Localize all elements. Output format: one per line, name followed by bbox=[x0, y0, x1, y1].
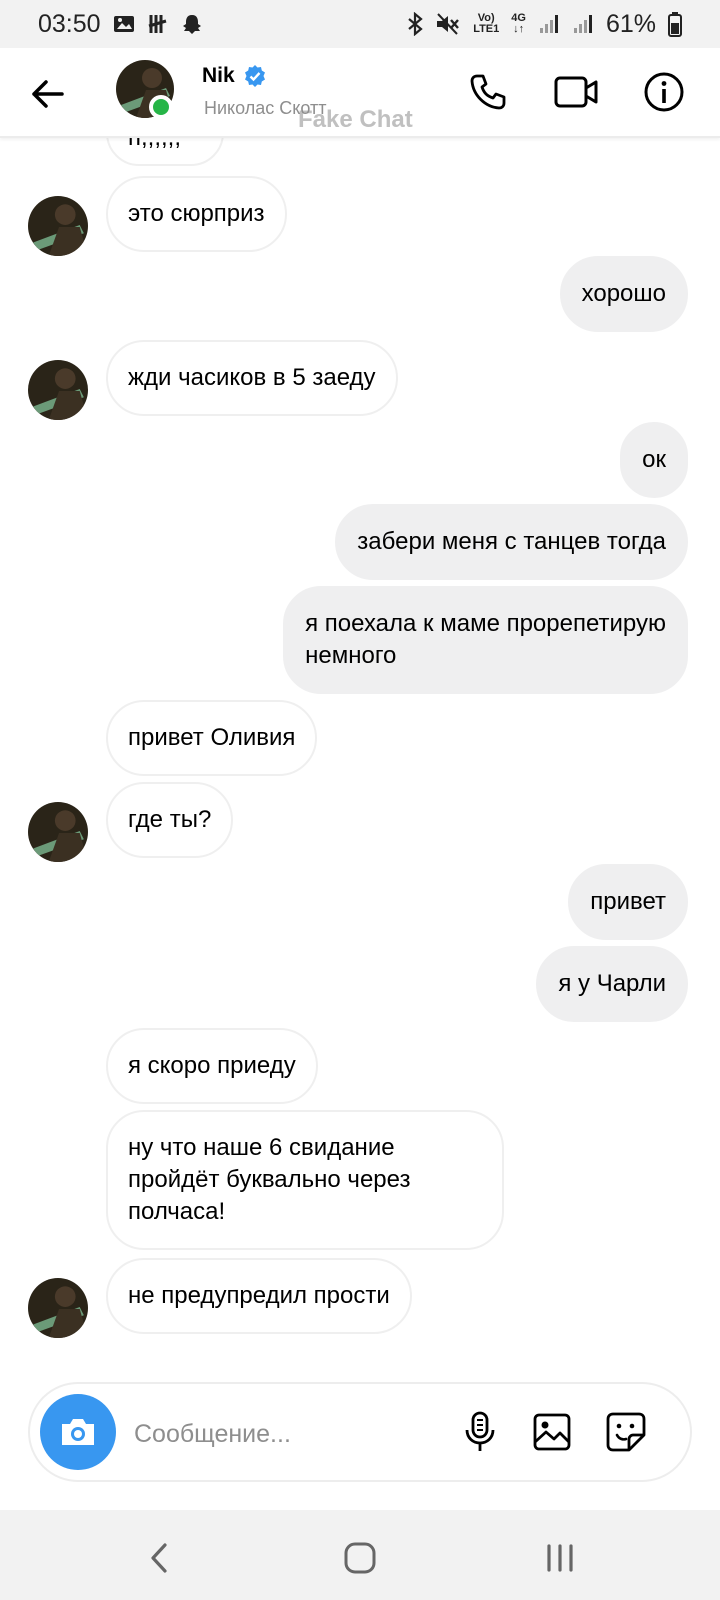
gallery-button[interactable] bbox=[530, 1410, 574, 1454]
gallery-icon bbox=[113, 14, 135, 34]
message-bubble-outgoing[interactable]: привет bbox=[568, 864, 688, 940]
message-input[interactable] bbox=[134, 1414, 454, 1454]
message-bubble-outgoing[interactable]: забери меня с танцев тогда bbox=[335, 504, 688, 580]
online-status-dot bbox=[149, 95, 173, 119]
message-text: я скоро приеду bbox=[128, 1052, 296, 1079]
message-text: это сюрприз bbox=[128, 200, 265, 227]
camera-icon bbox=[62, 1419, 94, 1445]
message-bubble-incoming[interactable]: привет Оливия bbox=[106, 700, 318, 776]
voice-message-button[interactable] bbox=[458, 1410, 502, 1454]
microphone-icon bbox=[465, 1411, 495, 1451]
lte-label: LTE1 bbox=[473, 23, 500, 35]
message-bubble-incoming[interactable]: п,,,,,, bbox=[106, 138, 224, 166]
video-call-button[interactable] bbox=[552, 68, 600, 116]
info-button[interactable] bbox=[640, 68, 688, 116]
message-text: привет bbox=[590, 888, 666, 915]
recents-nav-icon bbox=[547, 1544, 573, 1572]
chat-header: Nik Николас Скотт Fake Chat bbox=[0, 48, 720, 138]
message-text: привет Оливия bbox=[128, 724, 296, 751]
message-bubble-incoming[interactable]: я скоро приеду bbox=[106, 1028, 318, 1104]
sticker-icon bbox=[606, 1412, 646, 1452]
message-bubble-outgoing[interactable]: ок bbox=[620, 422, 688, 498]
home-nav-icon bbox=[344, 1542, 376, 1574]
message-text: ок bbox=[642, 446, 666, 473]
message-text: хорошо bbox=[581, 280, 666, 307]
message-composer bbox=[28, 1382, 692, 1482]
recents-nav-button[interactable] bbox=[538, 1536, 582, 1580]
ghost-icon bbox=[181, 13, 203, 35]
avatar[interactable] bbox=[28, 1278, 88, 1338]
message-text: ну что наше 6 свидание пройдёт буквально… bbox=[128, 1134, 411, 1225]
message-text: я поехала к маме прорепетирую немного bbox=[305, 610, 666, 669]
home-nav-button[interactable] bbox=[338, 1536, 382, 1580]
volte-indicator: Vo) LTE1 bbox=[473, 13, 499, 35]
back-button[interactable] bbox=[28, 74, 68, 114]
network-gen-indicator: 4G ↓↑ bbox=[511, 12, 526, 35]
phone-icon bbox=[470, 74, 506, 110]
back-nav-icon bbox=[151, 1543, 167, 1573]
verified-badge-icon bbox=[244, 65, 265, 87]
contact-name-row: Nik bbox=[202, 64, 267, 88]
message-bubble-incoming[interactable]: это сюрприз bbox=[106, 176, 287, 252]
message-list[interactable]: п,,,,,, это сюрприз хорошо жди часиков в… bbox=[0, 138, 720, 1360]
message-bubble-incoming[interactable]: не предупредил прости bbox=[106, 1258, 412, 1334]
back-nav-button[interactable] bbox=[138, 1536, 182, 1580]
status-time: 03:50 bbox=[38, 9, 101, 38]
message-text: не предупредил прости bbox=[128, 1282, 390, 1309]
message-text: я у Чарли bbox=[558, 970, 666, 997]
tally-icon bbox=[147, 13, 169, 35]
status-bar: 03:50 Vo) LTE1 4G ↓↑ 61% bbox=[0, 0, 720, 48]
battery-percent: 61% bbox=[605, 9, 656, 38]
avatar[interactable] bbox=[28, 360, 88, 420]
contact-name: Nik bbox=[202, 64, 235, 87]
message-bubble-outgoing[interactable]: я у Чарли bbox=[536, 946, 688, 1022]
message-text: п,,,,,, bbox=[128, 138, 181, 151]
avatar[interactable] bbox=[28, 802, 88, 862]
video-camera-icon bbox=[554, 76, 598, 108]
mute-icon bbox=[435, 12, 461, 36]
message-bubble-outgoing[interactable]: я поехала к маме прорепетирую немного bbox=[283, 586, 688, 694]
avatar[interactable] bbox=[28, 196, 88, 256]
message-bubble-incoming[interactable]: ну что наше 6 свидание пройдёт буквально… bbox=[106, 1110, 504, 1250]
battery-icon bbox=[668, 11, 682, 37]
message-bubble-outgoing[interactable]: хорошо bbox=[559, 256, 688, 332]
call-button[interactable] bbox=[464, 68, 512, 116]
message-bubble-incoming[interactable]: жди часиков в 5 заеду bbox=[106, 340, 398, 416]
message-bubble-incoming[interactable]: где ты? bbox=[106, 782, 234, 858]
watermark: Fake Chat bbox=[298, 106, 413, 133]
message-text: забери меня с танцев тогда bbox=[357, 528, 666, 555]
gen-label: 4G bbox=[511, 12, 526, 24]
camera-button[interactable] bbox=[40, 1394, 116, 1470]
info-icon bbox=[644, 72, 684, 112]
signal-icon bbox=[572, 13, 594, 35]
signal-icon bbox=[538, 13, 560, 35]
system-navigation-bar bbox=[0, 1510, 720, 1600]
image-icon bbox=[533, 1413, 571, 1451]
bluetooth-icon bbox=[407, 12, 423, 36]
message-text: где ты? bbox=[128, 806, 212, 833]
message-text: жди часиков в 5 заеду bbox=[128, 364, 376, 391]
sticker-button[interactable] bbox=[604, 1410, 648, 1454]
arrow-left-icon bbox=[32, 80, 64, 108]
